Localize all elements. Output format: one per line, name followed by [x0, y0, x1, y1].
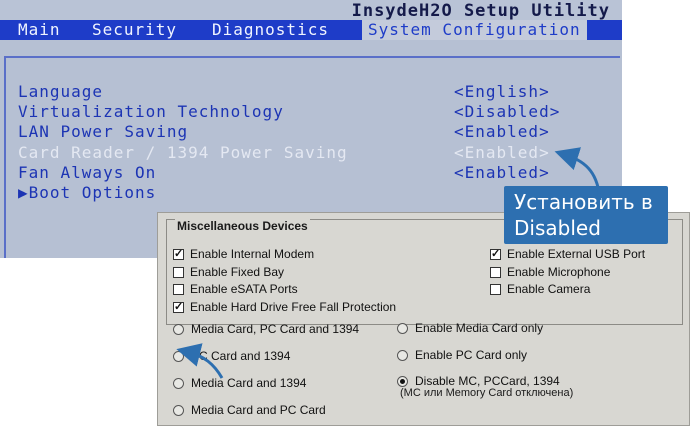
radio-disable-all[interactable]: Disable MC, PCCard, 1394	[397, 374, 560, 388]
radio-label: Media Card, PC Card and 1394	[191, 322, 360, 336]
setting-lan-power-saving-label[interactable]: LAN Power Saving	[18, 122, 188, 141]
radio-unselected-icon[interactable]	[173, 350, 184, 362]
tab-main[interactable]: Main	[18, 20, 61, 40]
setting-lan-power-saving-value[interactable]: <Enabled>	[454, 122, 550, 141]
setting-virtualization-value[interactable]: <Disabled>	[454, 102, 560, 121]
checkbox-fixed-bay[interactable]: Enable Fixed Bay	[173, 265, 284, 279]
setting-boot-options-label[interactable]: ▶Boot Options	[18, 183, 156, 202]
radio-label: Disable MC, PCCard, 1394	[415, 374, 560, 388]
annotation-note: (MC или Memory Card отключена)	[400, 387, 574, 399]
radio-pc-card-only[interactable]: Enable PC Card only	[397, 348, 527, 362]
setting-virtualization-label[interactable]: Virtualization Technology	[18, 102, 284, 121]
tab-diagnostics[interactable]: Diagnostics	[212, 20, 329, 40]
radio-selected-icon[interactable]	[397, 375, 408, 387]
setting-fan-always-on-label[interactable]: Fan Always On	[18, 163, 156, 182]
radio-unselected-icon[interactable]	[397, 349, 408, 361]
radio-media-card-only[interactable]: Enable Media Card only	[397, 321, 543, 335]
radio-unselected-icon[interactable]	[173, 404, 184, 416]
tab-security[interactable]: Security	[92, 20, 177, 40]
checkbox-unchecked-icon[interactable]	[490, 283, 501, 295]
tab-system-configuration[interactable]: System Configuration	[362, 20, 587, 40]
radio-unselected-icon[interactable]	[173, 323, 184, 335]
callout-line-2: Disabled	[514, 216, 601, 240]
setting-language-value[interactable]: <English>	[454, 82, 550, 101]
checkbox-label: Enable External USB Port	[507, 247, 646, 261]
radio-media-card-pc-card[interactable]: Media Card and PC Card	[173, 403, 326, 417]
checkbox-checked-icon[interactable]	[173, 247, 184, 260]
setting-card-reader-power-saving-value[interactable]: <Enabled>	[454, 143, 550, 162]
radio-pc-card-1394[interactable]: PC Card and 1394	[173, 349, 290, 363]
setting-fan-always-on-value[interactable]: <Enabled>	[454, 163, 550, 182]
checkbox-unchecked-icon[interactable]	[173, 266, 184, 278]
checkbox-label: Enable Hard Drive Free Fall Protection	[190, 300, 397, 314]
bios-title-bar: InsydeH2O Setup Utility	[0, 0, 622, 21]
radio-unselected-icon[interactable]	[173, 377, 184, 389]
radio-label: Media Card and PC Card	[191, 403, 326, 417]
radio-label: Media Card and 1394	[191, 376, 307, 390]
misc-devices-dialog: Miscellaneous Devices Enable Internal Mo…	[157, 212, 690, 426]
checkbox-label: Enable eSATA Ports	[190, 282, 298, 296]
radio-label: Enable PC Card only	[415, 348, 528, 362]
radio-label: Enable Media Card only	[415, 321, 544, 335]
checkbox-internal-modem[interactable]: Enable Internal Modem	[173, 247, 314, 261]
checkbox-camera[interactable]: Enable Camera	[490, 282, 590, 296]
checkbox-checked-icon[interactable]	[490, 247, 501, 260]
checkbox-checked-icon[interactable]	[173, 300, 184, 313]
radio-media-card-1394[interactable]: Media Card and 1394	[173, 376, 306, 390]
radio-unselected-icon[interactable]	[397, 322, 408, 334]
callout-line-1: Установить в	[514, 190, 653, 214]
setting-language-label[interactable]: Language	[18, 82, 103, 101]
checkbox-unchecked-icon[interactable]	[173, 283, 184, 295]
checkbox-label: Enable Microphone	[507, 265, 611, 279]
checkbox-esata-ports[interactable]: Enable eSATA Ports	[173, 282, 298, 296]
checkbox-label: Enable Fixed Bay	[190, 265, 285, 279]
bios-title: InsydeH2O Setup Utility	[351, 1, 610, 21]
radio-media-pc-1394[interactable]: Media Card, PC Card and 1394	[173, 322, 359, 336]
annotation-callout: Установить в Disabled	[504, 186, 668, 244]
setting-card-reader-power-saving-label[interactable]: Card Reader / 1394 Power Saving	[18, 143, 348, 162]
bios-menu-bar: Main Security Diagnostics System Configu…	[0, 20, 622, 40]
misc-devices-group-title: Miscellaneous Devices	[175, 219, 310, 233]
checkbox-external-usb-port[interactable]: Enable External USB Port	[490, 247, 645, 261]
checkbox-unchecked-icon[interactable]	[490, 266, 501, 278]
radio-label: PC Card and 1394	[191, 349, 291, 363]
checkbox-label: Enable Internal Modem	[190, 247, 315, 261]
checkbox-microphone[interactable]: Enable Microphone	[490, 265, 610, 279]
checkbox-hdd-free-fall-protection[interactable]: Enable Hard Drive Free Fall Protection	[173, 300, 396, 314]
checkbox-label: Enable Camera	[507, 282, 591, 296]
